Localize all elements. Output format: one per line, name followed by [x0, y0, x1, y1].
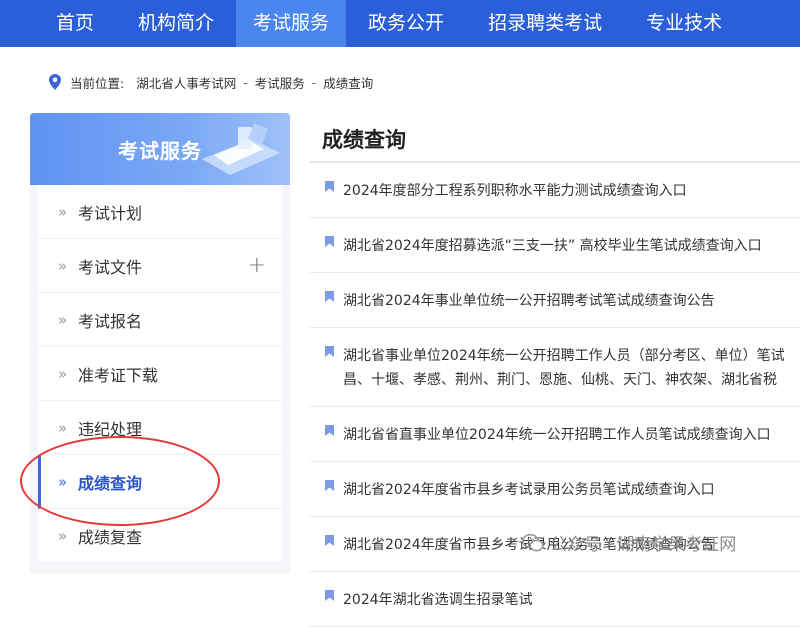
- bookmark-icon: [325, 425, 334, 436]
- watermark-text: 公众号 · 湖南学果考证网: [550, 535, 737, 555]
- list-item[interactable]: 2024年湖北省选调生招录笔试: [310, 572, 800, 627]
- results-list: 2024年度部分工程系列职称水平能力测试成绩查询入口湖北省2024年度招募选派“…: [310, 163, 800, 627]
- list-item-text: 湖北省省直事业单位2024年统一公开招聘工作人员笔试成绩查询入口: [343, 427, 771, 443]
- double-chevron-icon: »: [58, 364, 68, 383]
- sidebar-item[interactable]: » 违纪处理: [38, 401, 282, 455]
- top-navigation: 首页 机构简介 考试服务 政务公开 招录聘类考试 专业技术: [0, 0, 800, 47]
- sidebar-item-label: 违纪处理: [78, 419, 143, 439]
- double-chevron-icon: »: [58, 472, 68, 491]
- nav-item[interactable]: 机构简介: [116, 0, 236, 47]
- list-item-text: 湖北省2024年度省市县乡考试录用公务员笔试成绩查询入口: [343, 482, 715, 498]
- list-item-text: 2024年湖北省选调生招录笔试: [343, 592, 533, 608]
- sidebar-title: 考试服务: [118, 139, 202, 163]
- sidebar: 考试服务 » 考试计划 » 考试文件 + » 考试报名 » 准考证下载 » 违纪处理 » 成绩查询 » 成绩…: [30, 113, 290, 573]
- page-title: 成绩查询: [322, 128, 406, 152]
- wechat-icon: [522, 533, 544, 551]
- sidebar-item-label: 考试文件: [78, 257, 143, 277]
- bookmark-icon: [325, 535, 334, 546]
- list-item-text: 湖北省事业单位2024年统一公开招聘工作人员（部分考区、单位）笔试: [343, 348, 785, 364]
- bookmark-icon: [325, 291, 334, 302]
- bookmark-icon: [325, 236, 334, 247]
- sidebar-item-label: 准考证下载: [78, 365, 159, 385]
- nav-item[interactable]: 首页: [0, 0, 116, 47]
- list-item[interactable]: 2024年度部分工程系列职称水平能力测试成绩查询入口: [310, 163, 800, 218]
- list-item[interactable]: 湖北省2024年度招募选派“三支一扶” 高校毕业生笔试成绩查询入口: [310, 218, 800, 273]
- list-item-text: 湖北省2024年事业单位统一公开招聘考试笔试成绩查询公告: [343, 293, 715, 309]
- bookmark-icon: [325, 181, 334, 192]
- sidebar-item-label: 考试报名: [78, 311, 143, 331]
- list-item[interactable]: 湖北省2024年度省市县乡考试录用公务员笔试成绩查询入口: [310, 462, 800, 517]
- bookmark-icon: [325, 480, 334, 491]
- double-chevron-icon: »: [58, 310, 68, 329]
- sidebar-item-label: 成绩查询: [78, 473, 143, 493]
- breadcrumb-link[interactable]: 考试服务: [255, 73, 305, 92]
- breadcrumb-separator: -: [243, 74, 248, 90]
- breadcrumb-separator: -: [311, 74, 317, 90]
- sidebar-decoration-icon: [202, 123, 280, 175]
- double-chevron-icon: »: [58, 202, 68, 221]
- list-item[interactable]: 湖北省2024年事业单位统一公开招聘考试笔试成绩查询公告: [310, 273, 800, 328]
- double-chevron-icon: »: [58, 256, 68, 275]
- sidebar-item-label: 考试计划: [78, 203, 143, 223]
- watermark: 公众号 · 湖南学果考证网: [522, 530, 736, 555]
- sidebar-item-label: 成绩复查: [78, 527, 143, 547]
- nav-item[interactable]: 考试服务: [236, 0, 347, 47]
- nav-item[interactable]: 招录聘类考试: [466, 0, 624, 47]
- sidebar-item[interactable]: » 成绩复查: [38, 509, 282, 563]
- breadcrumb-link[interactable]: 成绩查询: [323, 73, 373, 92]
- sidebar-item[interactable]: » 考试文件 +: [38, 239, 282, 293]
- sidebar-item[interactable]: » 准考证下载: [38, 347, 282, 401]
- nav-item[interactable]: 专业技术: [624, 0, 744, 47]
- breadcrumb-label: 当前位置:: [70, 75, 125, 91]
- double-chevron-icon: »: [58, 526, 68, 545]
- bookmark-icon: [325, 590, 334, 601]
- location-pin-icon: [49, 74, 61, 90]
- list-item-text: 2024年度部分工程系列职称水平能力测试成绩查询入口: [343, 183, 687, 199]
- sidebar-header: 考试服务: [30, 113, 290, 185]
- nav-item[interactable]: 政务公开: [346, 0, 466, 47]
- sidebar-item[interactable]: » 考试计划: [38, 185, 282, 239]
- list-item-text: 湖北省2024年度招募选派“三支一扶” 高校毕业生笔试成绩查询入口: [343, 238, 762, 254]
- double-chevron-icon: »: [58, 418, 68, 437]
- sidebar-item[interactable]: » 考试报名: [38, 293, 282, 347]
- list-item[interactable]: 湖北省事业单位2024年统一公开招聘工作人员（部分考区、单位）笔试 昌、十堰、孝感…: [310, 328, 800, 407]
- list-item-text: 昌、十堰、孝感、荆州、荆门、恩施、仙桃、天门、神农架、湖北省税: [343, 372, 777, 388]
- expand-plus-icon[interactable]: +: [248, 253, 266, 278]
- list-item[interactable]: 湖北省省直事业单位2024年统一公开招聘工作人员笔试成绩查询入口: [310, 407, 800, 462]
- breadcrumb: 当前位置: 湖北省人事考试网 - 考试服务 - 成绩查询: [48, 72, 373, 92]
- sidebar-menu: » 考试计划 » 考试文件 + » 考试报名 » 准考证下载 » 违纪处理 » 成绩查询 » 成绩复查: [38, 185, 282, 563]
- breadcrumb-link[interactable]: 湖北省人事考试网: [136, 73, 236, 92]
- bookmark-icon: [325, 346, 334, 357]
- sidebar-item[interactable]: » 成绩查询: [38, 455, 282, 509]
